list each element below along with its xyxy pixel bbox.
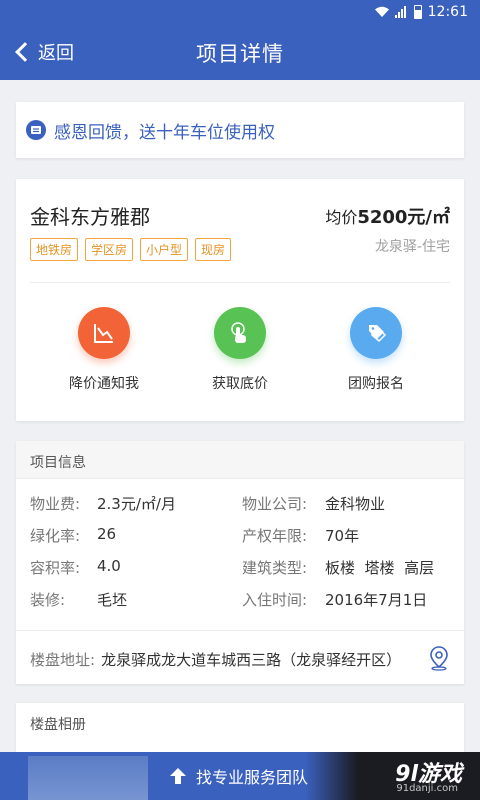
- info-value: 金科物业: [325, 495, 386, 513]
- address-row[interactable]: 楼盘地址: 龙泉驿成龙大道车城西三路（龙泉驿经开区）: [30, 646, 450, 671]
- group-tags-icon: [350, 307, 402, 359]
- upload-arrow-icon: [170, 768, 186, 784]
- top-bar: 返回 项目详情: [0, 24, 480, 80]
- signal-icon: [394, 6, 409, 18]
- get-lowest-price-button[interactable]: 获取底价: [180, 307, 300, 393]
- info-value: 26: [97, 525, 117, 543]
- price-drop-notify-button[interactable]: 降价通知我: [44, 307, 164, 393]
- tag-small-unit: 小户型: [140, 238, 189, 261]
- info-key: 绿化率:: [30, 527, 81, 545]
- touch-hand-icon: [214, 307, 266, 359]
- address-label: 楼盘地址:: [30, 651, 96, 669]
- promo-banner[interactable]: 感恩回馈，送十年车位使用权: [16, 102, 464, 158]
- info-key: 容积率:: [30, 559, 81, 577]
- info-row: 装修: 毛坯 入住时间: 2016年7月1日: [30, 589, 450, 621]
- map-pin-icon[interactable]: [428, 645, 450, 671]
- project-location: 龙泉驿-住宅: [374, 239, 450, 255]
- feature-tags: 地铁房 学区房 小户型 现房: [30, 238, 232, 261]
- gift-ticket-icon: [26, 120, 46, 140]
- info-value: 毛坯: [97, 591, 128, 609]
- info-value: 70年: [325, 527, 360, 545]
- find-team-button[interactable]: 找专业服务团队: [168, 764, 308, 788]
- info-value: 2.3元/㎡/月: [97, 495, 176, 513]
- info-value: 4.0: [97, 557, 121, 575]
- price-prefix: 均价: [325, 208, 358, 227]
- info-key: 装修:: [30, 591, 66, 609]
- project-summary-card: 金科东方雅郡 均价5200元/㎡ 地铁房 学区房 小户型 现房 龙泉驿-住宅 降…: [16, 179, 464, 421]
- page-title: 项目详情: [196, 42, 284, 66]
- info-value: 2016年7月1日: [325, 591, 428, 609]
- info-key: 物业公司:: [242, 495, 308, 513]
- divider: [30, 282, 450, 283]
- lowest-price-label: 获取底价: [212, 376, 268, 392]
- album-card: 楼盘相册: [16, 703, 464, 753]
- average-price: 均价5200元/㎡: [325, 203, 450, 229]
- price-drop-chart-icon: [78, 307, 130, 359]
- info-key: 产权年限:: [242, 527, 308, 545]
- info-key: 建筑类型:: [242, 559, 308, 577]
- tag-school: 学区房: [85, 238, 134, 261]
- address-value: 龙泉驿成龙大道车城西三路（龙泉驿经开区）: [101, 651, 402, 669]
- promo-text: 感恩回馈，送十年车位使用权: [54, 122, 275, 143]
- price-drop-label: 降价通知我: [69, 376, 139, 392]
- project-name: 金科东方雅郡: [30, 205, 150, 229]
- action-buttons: 降价通知我 获取底价 团购报名: [16, 307, 464, 393]
- price-value: 5200元/㎡: [357, 207, 450, 228]
- group-buy-signup-button[interactable]: 团购报名: [316, 307, 436, 393]
- info-key: 入住时间:: [242, 591, 308, 609]
- info-grid: 物业费: 2.3元/㎡/月 物业公司: 金科物业 绿化率: 26 产权年限: 7…: [30, 493, 450, 621]
- info-row: 绿化率: 26 产权年限: 70年: [30, 525, 450, 557]
- info-row: 物业费: 2.3元/㎡/月 物业公司: 金科物业: [30, 493, 450, 525]
- group-buy-label: 团购报名: [348, 376, 404, 392]
- info-value: 板楼 塔楼 高层: [325, 559, 435, 577]
- album-photo: [28, 756, 148, 800]
- status-bar: 12:61: [0, 0, 480, 24]
- section-title: 楼盘相册: [30, 717, 86, 733]
- wifi-icon: [374, 6, 389, 17]
- status-icons: [374, 5, 422, 19]
- divider: [16, 630, 464, 631]
- info-key: 物业费:: [30, 495, 81, 513]
- tag-ready-house: 现房: [195, 238, 232, 261]
- tag-metro: 地铁房: [30, 238, 79, 261]
- watermark: 9l游戏 91danji.com: [305, 752, 480, 800]
- info-row: 容积率: 4.0 建筑类型: 板楼 塔楼 高层: [30, 557, 450, 589]
- battery-icon: [413, 5, 422, 19]
- project-info-card: 项目信息 物业费: 2.3元/㎡/月 物业公司: 金科物业 绿化率: 26 产权…: [16, 441, 464, 684]
- watermark-url: 91danji.com: [396, 783, 458, 794]
- status-time: 12:61: [427, 4, 468, 20]
- find-team-label: 找专业服务团队: [196, 768, 309, 787]
- bottom-bar: 找专业服务团队 9l游戏 91danji.com: [0, 752, 480, 800]
- section-title: 项目信息: [16, 441, 464, 479]
